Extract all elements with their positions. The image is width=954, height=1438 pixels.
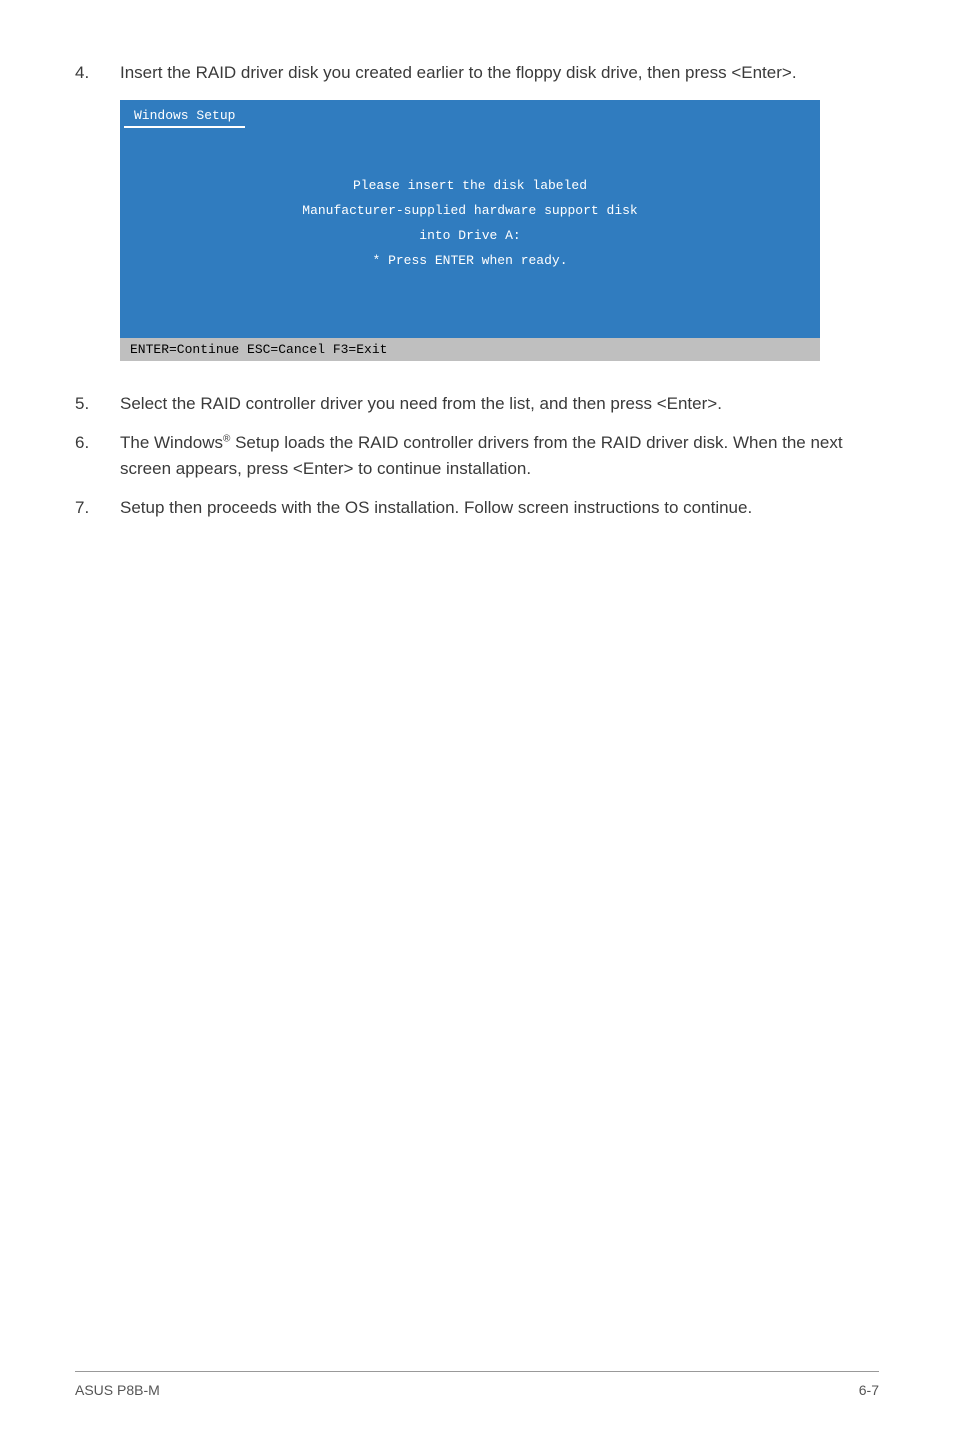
step-6-num: 6. <box>75 430 120 481</box>
ws-line-3: into Drive A: <box>140 228 800 243</box>
step-7: 7. Setup then proceeds with the OS insta… <box>75 495 879 521</box>
step-6-text-pre: The Windows <box>120 433 223 452</box>
step-6: 6. The Windows® Setup loads the RAID con… <box>75 430 879 481</box>
step-6-text: The Windows® Setup loads the RAID contro… <box>120 430 879 481</box>
footer-left: ASUS P8B-M <box>75 1382 160 1398</box>
step-5-num: 5. <box>75 391 120 417</box>
step-4-text: Insert the RAID driver disk you created … <box>120 60 879 86</box>
windows-setup-footer: ENTER=Continue ESC=Cancel F3=Exit <box>120 338 820 361</box>
windows-setup-body: Please insert the disk labeled Manufactu… <box>120 128 820 338</box>
ws-line-1: Please insert the disk labeled <box>140 178 800 193</box>
step-5-text: Select the RAID controller driver you ne… <box>120 391 879 417</box>
step-7-num: 7. <box>75 495 120 521</box>
page-footer: ASUS P8B-M 6-7 <box>75 1371 879 1398</box>
step-5: 5. Select the RAID controller driver you… <box>75 391 879 417</box>
footer-right: 6-7 <box>859 1382 879 1398</box>
step-4: 4. Insert the RAID driver disk you creat… <box>75 60 879 86</box>
ws-line-4: * Press ENTER when ready. <box>140 253 800 268</box>
windows-setup-title: Windows Setup <box>124 100 245 128</box>
windows-setup-screenshot: Windows Setup Please insert the disk lab… <box>120 100 820 361</box>
step-4-num: 4. <box>75 60 120 86</box>
step-7-text: Setup then proceeds with the OS installa… <box>120 495 879 521</box>
ws-line-2: Manufacturer-supplied hardware support d… <box>140 203 800 218</box>
